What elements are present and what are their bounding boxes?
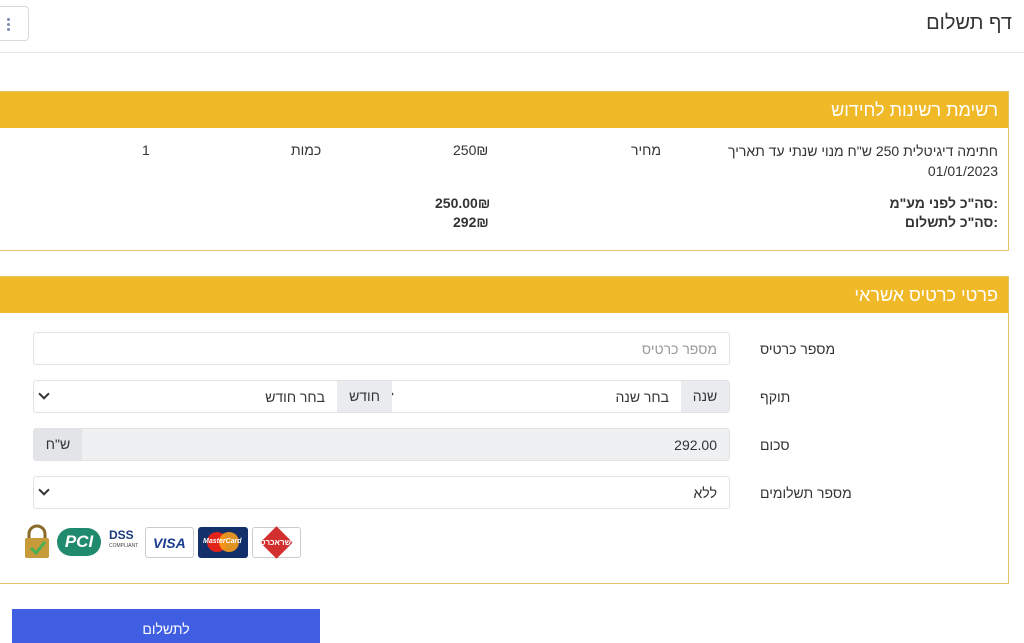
secure-lock-icon [22, 524, 52, 559]
month-select-value: בחר חודש [265, 389, 325, 405]
kebab-menu-button[interactable] [0, 6, 29, 41]
price-label: מחיר [631, 142, 661, 158]
total-label: סה"כ לתשלום: [904, 214, 998, 230]
amount-label: סכום [760, 437, 790, 453]
subtotal-value: 250.00₪ [435, 195, 491, 211]
item-description: חתימה דיגיטלית 250 ש"ח מנוי שנתי עד תארי… [728, 143, 998, 179]
renewals-panel-title: רשימת רשינות לחידוש [831, 100, 998, 120]
year-addon: שנה [681, 381, 729, 412]
installments-label: מספר תשלומים [760, 485, 852, 501]
installments-select[interactable]: ללא [33, 476, 730, 509]
card-number-placeholder: מספר כרטיס [641, 341, 717, 357]
expiry-label: תוקף [760, 389, 791, 405]
total-value: 292₪ [453, 214, 489, 230]
pci-text: PCI [57, 528, 101, 556]
renewals-panel-header: רשימת רשינות לחידוש [0, 92, 1008, 128]
kebab-menu-icon [7, 18, 10, 21]
chevron-down-icon [38, 484, 50, 496]
month-select[interactable]: בחר חודש [34, 381, 337, 412]
amount-field: 292.00 ש"ח [33, 428, 730, 461]
quantity-value: 1 [142, 142, 150, 158]
subtotal-label: סה"כ לפני מע"מ: [889, 195, 998, 211]
year-select-value: בחר שנה [615, 389, 670, 405]
chevron-down-icon [38, 388, 50, 400]
month-addon: חודש [337, 381, 392, 412]
compliant-text: COMPLIANT [109, 543, 139, 549]
amount-value: 292.00 [674, 437, 717, 453]
installments-value: ללא [693, 485, 718, 501]
page-title: דף תשלום [926, 12, 1012, 34]
card-number-input[interactable]: מספר כרטיס [33, 332, 730, 365]
credit-card-panel-header: פרטי כרטיס אשראי [0, 277, 1008, 313]
year-select[interactable]: בחר שנה [376, 381, 681, 412]
price-value: 250₪ [453, 142, 489, 158]
visa-logo: VISA [145, 527, 194, 558]
renewals-panel: רשימת רשינות לחידוש חתימה דיגיטלית 250 ש… [0, 91, 1009, 251]
dss-text: DSS [109, 528, 134, 542]
isracard-logo: ישראכרט [252, 526, 301, 559]
currency-addon: ש"ח [34, 429, 82, 460]
quantity-label: כמות [291, 142, 322, 158]
credit-card-panel-title: פרטי כרטיס אשראי [854, 285, 998, 305]
top-bar: דף תשלום [0, 0, 1024, 53]
expiry-group: שנה בחר שנה חודש בחר חודש [33, 380, 730, 413]
mastercard-logo: MasterCard [198, 527, 248, 558]
pci-dss-logo: PCI DSS COMPLIANT [57, 526, 141, 558]
pay-button[interactable]: לתשלום [12, 609, 320, 643]
card-number-label: מספר כרטיס [760, 341, 836, 357]
